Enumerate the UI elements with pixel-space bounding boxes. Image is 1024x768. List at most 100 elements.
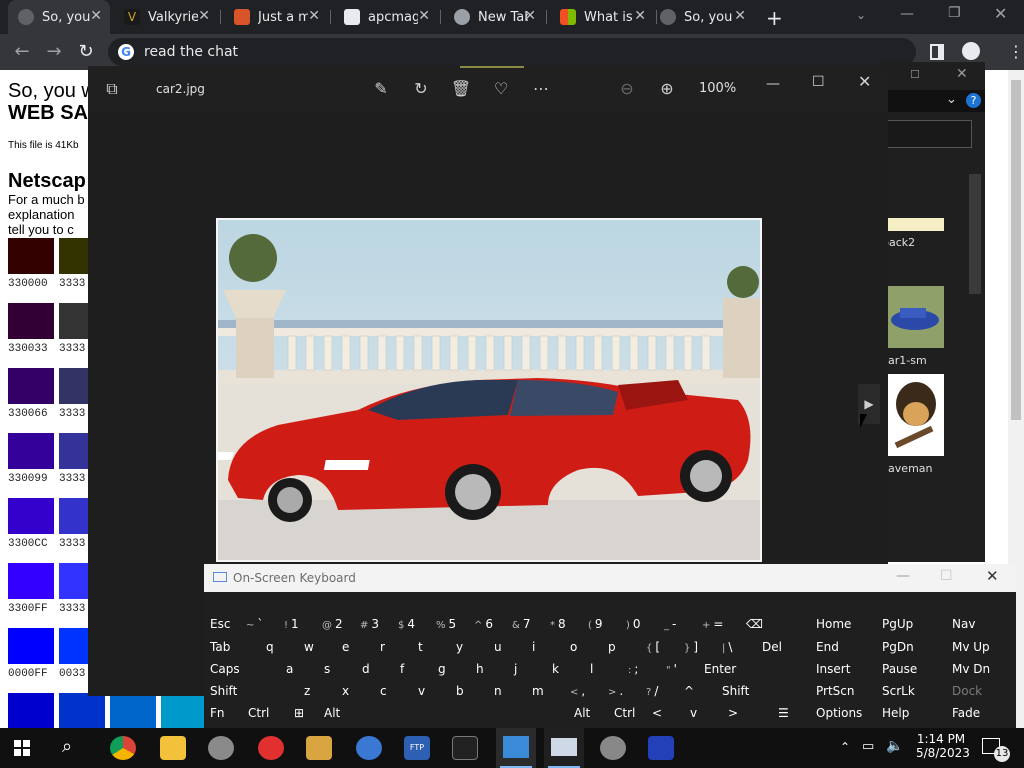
reload-icon[interactable]: ↻ bbox=[76, 42, 96, 62]
key[interactable]: Tab bbox=[204, 637, 230, 657]
scrlk-key[interactable]: ScrLk bbox=[876, 681, 915, 701]
options-key[interactable]: Options bbox=[810, 703, 862, 723]
new-tab-icon[interactable]: + bbox=[766, 6, 783, 30]
key[interactable]: + = bbox=[696, 614, 723, 634]
left-arrow-key[interactable]: < bbox=[646, 703, 662, 723]
key[interactable]: r bbox=[374, 637, 385, 657]
gallery-icon[interactable]: ⧉ bbox=[101, 79, 123, 99]
thumbnail-back2[interactable] bbox=[880, 218, 944, 231]
ctrl-key[interactable]: Ctrl bbox=[608, 703, 635, 723]
key[interactable]: g bbox=[432, 659, 446, 679]
key[interactable]: >. bbox=[602, 681, 623, 701]
ctrl-key[interactable]: Ctrl bbox=[242, 703, 269, 723]
nav-key[interactable]: Nav bbox=[946, 614, 975, 634]
pgup-key[interactable]: PgUp bbox=[876, 614, 913, 634]
key[interactable]: | \ bbox=[716, 637, 732, 657]
osk-taskbar-item[interactable] bbox=[544, 728, 584, 768]
zoom-in-icon[interactable]: ⊕ bbox=[656, 79, 678, 98]
fn-key[interactable]: Fn bbox=[204, 703, 225, 723]
enter-key[interactable]: Enter bbox=[698, 659, 736, 679]
minimize-icon[interactable]: — bbox=[896, 568, 910, 584]
app-icon[interactable] bbox=[258, 736, 284, 760]
context-menu-key[interactable]: ☰ bbox=[772, 703, 789, 723]
fade-key[interactable]: Fade bbox=[946, 703, 980, 723]
shift-key[interactable]: Shift bbox=[716, 681, 749, 701]
close-icon[interactable]: ✕ bbox=[858, 72, 871, 91]
heart-icon[interactable]: ♡ bbox=[490, 79, 512, 98]
tab-1[interactable]: So, you ✕ bbox=[8, 0, 110, 34]
terminal-icon[interactable] bbox=[452, 736, 478, 760]
network-icon[interactable]: ▭ bbox=[862, 739, 874, 754]
clock[interactable]: 1:14 PM 5/8/2023 bbox=[916, 732, 970, 760]
dock-key[interactable]: Dock bbox=[946, 681, 982, 701]
maximize-icon[interactable]: ☐ bbox=[940, 568, 953, 584]
caps-key[interactable]: Caps bbox=[204, 659, 240, 679]
alt-key[interactable]: Alt bbox=[318, 703, 340, 723]
tab-7[interactable]: So, you ✕ bbox=[650, 0, 754, 34]
close-icon[interactable]: ✕ bbox=[90, 8, 102, 24]
key[interactable]: n bbox=[488, 681, 502, 701]
scrollbar-thumb[interactable] bbox=[1011, 80, 1021, 420]
photos-taskbar-item[interactable] bbox=[496, 728, 536, 768]
delete-key[interactable]: Del bbox=[756, 637, 782, 657]
thumbnail-caveman[interactable] bbox=[886, 374, 944, 456]
tab-search-icon[interactable]: ⌄ bbox=[856, 8, 866, 22]
search-icon[interactable]: ⌕ bbox=[62, 736, 72, 757]
close-icon[interactable]: ✕ bbox=[524, 8, 536, 24]
help-icon[interactable]: ? bbox=[966, 93, 981, 108]
more-icon[interactable]: ⋯ bbox=[530, 79, 552, 98]
chrome-icon[interactable] bbox=[110, 736, 136, 760]
down-arrow-key[interactable]: v bbox=[684, 703, 697, 723]
key[interactable]: @2 bbox=[316, 614, 343, 634]
file-explorer-icon[interactable] bbox=[160, 736, 186, 760]
pause-key[interactable]: Pause bbox=[876, 659, 917, 679]
up-arrow-key[interactable]: ^ bbox=[678, 681, 694, 701]
move-down-key[interactable]: Mv Dn bbox=[946, 659, 990, 679]
shift-key[interactable]: Shift bbox=[204, 681, 237, 701]
key[interactable]: % 5 bbox=[430, 614, 456, 634]
ftp-icon[interactable]: FTP bbox=[404, 736, 430, 760]
backspace-key[interactable]: ⌫ bbox=[740, 614, 763, 634]
app-icon[interactable] bbox=[356, 736, 382, 760]
key[interactable]: }] bbox=[678, 637, 698, 657]
restore-icon[interactable]: ☐ bbox=[910, 68, 920, 81]
sidebar-icon[interactable] bbox=[930, 44, 944, 60]
app-icon[interactable] bbox=[306, 736, 332, 760]
key[interactable]: p bbox=[602, 637, 616, 657]
key[interactable]: ~ ` bbox=[240, 614, 263, 634]
app-icon[interactable] bbox=[208, 736, 234, 760]
key[interactable]: ! 1 bbox=[278, 614, 299, 634]
alt-key[interactable]: Alt bbox=[568, 703, 590, 723]
close-icon[interactable]: ✕ bbox=[418, 8, 430, 24]
key[interactable]: u bbox=[488, 637, 502, 657]
key[interactable]: y bbox=[450, 637, 463, 657]
key[interactable]: f bbox=[394, 659, 404, 679]
key[interactable]: $4 bbox=[392, 614, 415, 634]
key[interactable]: " ' bbox=[660, 659, 677, 679]
key[interactable]: k bbox=[546, 659, 559, 679]
rotate-icon[interactable]: ↻ bbox=[410, 79, 432, 98]
tab-6[interactable]: What is ✕ bbox=[550, 0, 654, 34]
key[interactable]: c bbox=[374, 681, 387, 701]
key[interactable]: d bbox=[356, 659, 370, 679]
move-up-key[interactable]: Mv Up bbox=[946, 637, 990, 657]
key[interactable]: e bbox=[336, 637, 349, 657]
insert-key[interactable]: Insert bbox=[810, 659, 850, 679]
home-key[interactable]: Home bbox=[810, 614, 851, 634]
key[interactable]: #3 bbox=[354, 614, 379, 634]
minimize-icon[interactable]: — bbox=[766, 76, 780, 92]
key[interactable]: ) 0 bbox=[620, 614, 641, 634]
key[interactable]: t bbox=[412, 637, 423, 657]
pgdn-key[interactable]: PgDn bbox=[876, 637, 914, 657]
key[interactable]: <, bbox=[564, 681, 585, 701]
key[interactable]: (9 bbox=[582, 614, 603, 634]
close-icon[interactable]: ✕ bbox=[734, 8, 746, 24]
key[interactable]: h bbox=[470, 659, 484, 679]
key[interactable]: _ - bbox=[658, 614, 676, 634]
key[interactable]: ^ 6 bbox=[468, 614, 493, 634]
volume-icon[interactable]: 🔈 bbox=[886, 738, 903, 754]
windows-key[interactable]: ⊞ bbox=[288, 703, 304, 723]
key[interactable]: b bbox=[450, 681, 464, 701]
menu-icon[interactable]: ⋮ bbox=[1008, 42, 1024, 61]
right-arrow-key[interactable]: > bbox=[722, 703, 738, 723]
